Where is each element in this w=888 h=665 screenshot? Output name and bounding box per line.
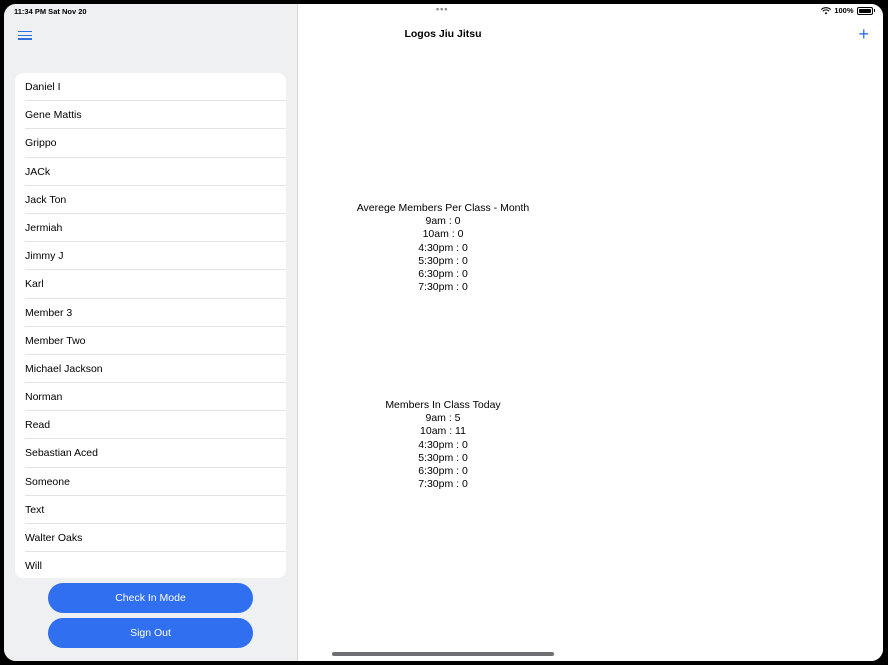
member-list-item[interactable]: Member Two	[15, 327, 286, 356]
member-list-item[interactable]: Daniel I	[15, 73, 286, 102]
member-list-item[interactable]: Jermiah	[15, 214, 286, 243]
today-line-530pm: 5:30pm : 0	[418, 451, 468, 464]
member-list-item[interactable]: Read	[15, 411, 286, 440]
today-line-9am: 9am : 5	[425, 412, 461, 425]
average-members-title: Averege Members Per Class - Month	[356, 202, 530, 214]
battery-percent: 100%	[834, 6, 854, 15]
add-icon[interactable]: +	[858, 25, 869, 43]
page-title: Logos Jiu Jitsu	[404, 28, 482, 40]
average-line-430pm: 4:30pm : 0	[418, 241, 468, 254]
member-list-item[interactable]: Will	[15, 552, 286, 578]
member-list-item[interactable]: Jimmy J	[15, 242, 286, 271]
member-list-item[interactable]: Sebastian Aced	[15, 439, 286, 468]
member-list-item[interactable]: Someone	[15, 468, 286, 497]
average-line-730pm: 7:30pm : 0	[418, 281, 468, 294]
today-line-630pm: 6:30pm : 0	[418, 465, 468, 478]
sidebar-menu-icon[interactable]	[18, 31, 32, 41]
multitasking-dots[interactable]: •••	[436, 4, 448, 14]
average-line-10am: 10am : 0	[422, 228, 464, 241]
check-in-mode-button[interactable]: Check In Mode	[48, 583, 253, 613]
member-list-item[interactable]: Jack Ton	[15, 186, 286, 215]
member-list-item[interactable]: Member 3	[15, 299, 286, 327]
member-list-item[interactable]: Gene Mattis	[15, 101, 286, 130]
main-content: Logos Jiu Jitsu + Averege Members Per Cl…	[298, 4, 883, 661]
home-indicator[interactable]	[332, 652, 554, 656]
member-list-item[interactable]: Grippo	[15, 129, 286, 158]
status-bar: 11:34 PM Sat Nov 20 ••• 100%	[4, 4, 883, 18]
ipad-screen: 11:34 PM Sat Nov 20 ••• 100% Daniel I Gen…	[4, 4, 883, 661]
average-members-section: Averege Members Per Class - Month 9am : …	[298, 202, 588, 294]
member-list: Daniel I Gene Mattis Grippo JACk Jack Ton Jer…	[15, 73, 286, 578]
member-list-item[interactable]: JACk	[15, 158, 286, 186]
today-line-430pm: 4:30pm : 0	[418, 438, 468, 451]
today-line-10am: 10am : 11	[420, 425, 466, 438]
status-right: 100%	[821, 6, 875, 15]
sidebar: Daniel I Gene Mattis Grippo JACk Jack Ton Jer…	[4, 4, 298, 661]
average-line-630pm: 6:30pm : 0	[418, 268, 468, 281]
battery-tip	[873, 9, 875, 12]
member-list-item[interactable]: Karl	[15, 270, 286, 299]
status-time: 11:34 PM Sat Nov 20	[14, 7, 87, 16]
average-line-530pm: 5:30pm : 0	[418, 254, 468, 267]
sign-out-button[interactable]: Sign Out	[48, 618, 253, 648]
wifi-icon	[821, 6, 832, 14]
average-line-9am: 9am : 0	[425, 215, 461, 228]
member-list-item[interactable]: Text	[15, 496, 286, 525]
member-list-item[interactable]: Norman	[15, 383, 286, 412]
today-line-730pm: 7:30pm : 0	[418, 478, 468, 491]
member-list-item[interactable]: Walter Oaks	[15, 524, 286, 553]
members-today-section: Members In Class Today 9am : 5 10am : 11…	[298, 399, 588, 491]
battery-icon	[856, 6, 873, 15]
members-today-title: Members In Class Today	[385, 399, 501, 411]
member-list-item[interactable]: Michael Jackson	[15, 355, 286, 384]
